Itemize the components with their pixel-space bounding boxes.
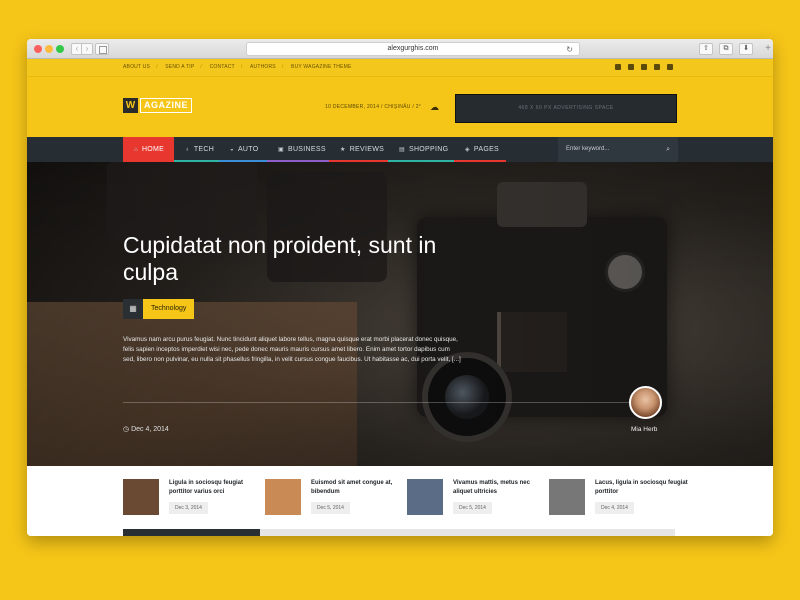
top-link-contact[interactable]: CONTACT (210, 64, 235, 70)
featured-title[interactable]: Cupidatat non proident, sunt in culpa (123, 232, 443, 286)
top-links: ABOUT US / SEND A TIP / CONTACT / AUTHORS / … (123, 64, 352, 70)
reload-icon[interactable]: ↻ (566, 44, 573, 56)
browser-window: ‹ › alexgurghis.com ↻ ⇧ ⧉ ⬇ + ABOUT US / … (27, 39, 773, 536)
nav-auto-label: AUTO (237, 146, 259, 153)
post-date: Dec 3, 2014 (169, 502, 208, 514)
share-icon[interactable]: ⇧ (699, 43, 713, 55)
download-icon[interactable]: ⬇ (739, 43, 753, 55)
nav-tech-label: TECH (193, 146, 215, 153)
nav-tech[interactable]: ♁ TECH (174, 137, 219, 162)
divider (123, 402, 633, 403)
author-avatar[interactable] (629, 386, 662, 419)
nav-business[interactable]: ▣ BUSINESS (267, 137, 329, 162)
nav-business-label: BUSINESS (287, 146, 326, 153)
advertising-banner[interactable]: 468 X 60 PX ADVERTISING SPACE (455, 94, 677, 123)
post-card[interactable]: Euismod sit amet congue at, bibendum Dec… (265, 479, 405, 519)
social-links (615, 64, 673, 70)
post-thumbnail[interactable] (123, 479, 159, 515)
date-location: 10 DECEMBER, 2014 / CHIȘINĂU / 2° (325, 104, 422, 110)
url-text: alexgurghis.com (387, 45, 439, 52)
nav-reviews-label: REVIEWS (349, 146, 385, 153)
clock-icon: ◷ (123, 426, 130, 433)
zoom-window-button[interactable] (56, 45, 64, 53)
post-date: Dec 4, 2014 (595, 502, 634, 514)
new-tab-icon[interactable]: + (765, 43, 771, 54)
featured-date-text: Dec 4, 2014 (131, 426, 169, 433)
post-title[interactable]: Euismod sit amet congue at, bibendum (311, 479, 406, 496)
next-section-dark-block (123, 529, 260, 536)
top-link-send-tip[interactable]: SEND A TIP (165, 64, 194, 70)
post-thumbnail[interactable] (265, 479, 301, 515)
car-icon: ◒ (230, 147, 234, 153)
address-bar[interactable]: alexgurghis.com ↻ (246, 42, 580, 56)
post-thumbnail[interactable] (549, 479, 585, 515)
nav-shopping[interactable]: ▤ SHOPPING (388, 137, 454, 162)
post-date: Dec 5, 2014 (311, 502, 350, 514)
post-date: Dec 5, 2014 (453, 502, 492, 514)
post-title[interactable]: Lacus, ligula in sociosqu feugiat portti… (595, 479, 690, 496)
home-icon: ⌂ (134, 147, 138, 153)
briefcase-icon: ▣ (278, 147, 284, 153)
nav-home-label: HOME (141, 146, 165, 153)
post-thumbnail[interactable] (407, 479, 443, 515)
rss-icon[interactable] (667, 64, 673, 70)
cloud-icon: ☁ (430, 102, 439, 112)
forward-icon[interactable]: › (81, 43, 93, 55)
post-card[interactable]: Vivamus mattis, metus nec aliquet ultric… (407, 479, 547, 519)
nav-auto[interactable]: ◒ AUTO (219, 137, 267, 162)
post-card[interactable]: Ligula in sociosqu feugiat porttitor var… (123, 479, 263, 519)
featured-excerpt: Vivamus nam arcu purus feugiat. Nunc tin… (123, 336, 461, 363)
vimeo-icon[interactable] (641, 64, 647, 70)
browser-toolbar: ‹ › alexgurghis.com ↻ ⇧ ⧉ ⬇ + (27, 39, 773, 59)
featured-post[interactable]: Cupidatat non proident, sunt in culpa ▦ … (27, 162, 773, 466)
minimize-window-button[interactable] (45, 45, 53, 53)
main-nav: ⌂ HOME ♁ TECH ◒ AUTO ▣ BUSINESS ★ REVIEWS ▤ SH… (27, 137, 773, 162)
search-placeholder: Enter keyword... (566, 146, 610, 152)
post-title[interactable]: Ligula in sociosqu feugiat porttitor var… (169, 479, 264, 496)
close-window-button[interactable] (34, 45, 42, 53)
cart-icon: ▤ (399, 147, 405, 153)
twitter-icon[interactable] (628, 64, 634, 70)
top-link-about[interactable]: ABOUT US (123, 64, 150, 70)
facebook-icon[interactable] (615, 64, 621, 70)
sidebar-toggle-icon[interactable] (95, 43, 109, 55)
star-icon: ★ (340, 147, 346, 153)
logo-mark: W (123, 98, 138, 113)
logo-text: AGAZINE (140, 98, 192, 113)
top-link-buy-theme[interactable]: BUY WAGAZINE THEME (291, 64, 351, 70)
top-link-authors[interactable]: AUTHORS (250, 64, 276, 70)
nav-shopping-label: SHOPPING (408, 146, 449, 153)
google-plus-icon[interactable] (654, 64, 660, 70)
recent-posts: Ligula in sociosqu feugiat porttitor var… (27, 466, 773, 536)
tech-icon: ♁ (185, 147, 190, 153)
pages-icon: ◈ (465, 147, 470, 153)
nav-pages[interactable]: ◈ PAGES (454, 137, 506, 162)
site-logo[interactable]: W AGAZINE (123, 98, 192, 113)
post-card[interactable]: Lacus, ligula in sociosqu feugiat portti… (549, 479, 689, 519)
search-input[interactable]: Enter keyword... ⌕ (558, 137, 678, 162)
nav-reviews[interactable]: ★ REVIEWS (329, 137, 388, 162)
image-icon: ▦ (123, 299, 143, 319)
search-icon[interactable]: ⌕ (666, 137, 670, 162)
top-bar: ABOUT US / SEND A TIP / CONTACT / AUTHORS / … (27, 59, 773, 77)
post-title[interactable]: Vivamus mattis, metus nec aliquet ultric… (453, 479, 548, 496)
nav-pages-label: PAGES (473, 146, 500, 153)
featured-date: ◷ Dec 4, 2014 (123, 425, 169, 433)
tabs-icon[interactable]: ⧉ (719, 43, 733, 55)
nav-home[interactable]: ⌂ HOME (123, 137, 174, 162)
category-tag[interactable]: Technology (143, 299, 195, 319)
author-name[interactable]: Mia Herb (631, 426, 657, 433)
